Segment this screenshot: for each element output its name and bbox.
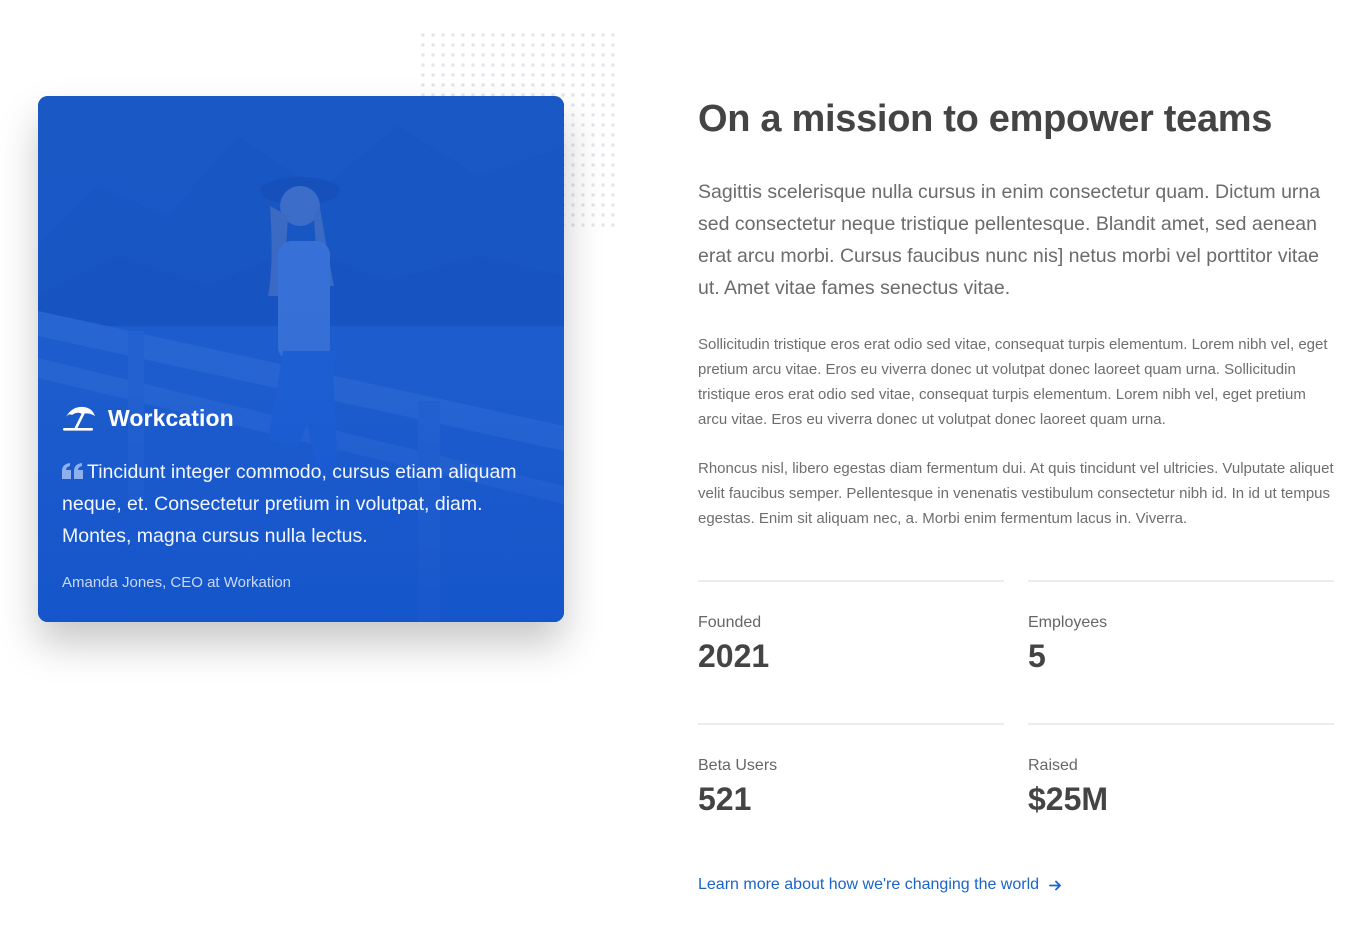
stat-label: Raised [1028, 757, 1078, 774]
testimonial-quote: Tincidunt integer commodo, cursus etiam … [62, 456, 540, 552]
stat-label: Employees [1028, 614, 1108, 631]
stats-grid: Founded 2021 Employees 5 Beta Users 521 … [698, 580, 1338, 866]
beach-umbrella-icon [63, 406, 95, 431]
quote-icon [62, 463, 83, 479]
learn-more-link[interactable]: Learn more about how we're changing the … [698, 876, 1062, 894]
testimonial-author: Amanda Jones, CEO at Workation [62, 574, 291, 591]
brand-name: Workcation [108, 404, 234, 431]
body-paragraph-1: Sollicitudin tristique eros erat odio se… [698, 336, 1328, 428]
quote-text: Tincidunt integer commodo, cursus etiam … [62, 461, 517, 547]
stat-value: 521 [698, 781, 752, 817]
lead-paragraph: Sagittis scelerisque nulla cursus in eni… [698, 181, 1321, 299]
body-paragraph-2: Rhoncus nisl, libero egestas diam fermen… [698, 460, 1334, 527]
stat-founded: Founded 2021 [698, 580, 1004, 723]
stat-value: 5 [1028, 638, 1046, 674]
stat-employees: Employees 5 [1028, 580, 1334, 723]
stat-value: 2021 [698, 638, 770, 674]
stat-label: Founded [698, 614, 762, 631]
arrow-right-icon [1049, 880, 1061, 890]
stat-beta-users: Beta Users 521 [698, 723, 1004, 866]
stat-raised: Raised $25M [1028, 723, 1334, 866]
stat-value: $25M [1028, 781, 1109, 817]
testimonial-card: Workcation Tincidunt integer commodo, cu… [38, 96, 564, 622]
learn-more-label: Learn more about how we're changing the … [698, 876, 1040, 893]
stat-label: Beta Users [698, 757, 778, 774]
card-content: Workcation Tincidunt integer commodo, cu… [62, 404, 540, 591]
brand: Workcation [62, 404, 540, 432]
page-title: On a mission to empower teams [698, 98, 1273, 140]
mission-section: On a mission to empower teams Sagittis s… [698, 96, 1338, 894]
